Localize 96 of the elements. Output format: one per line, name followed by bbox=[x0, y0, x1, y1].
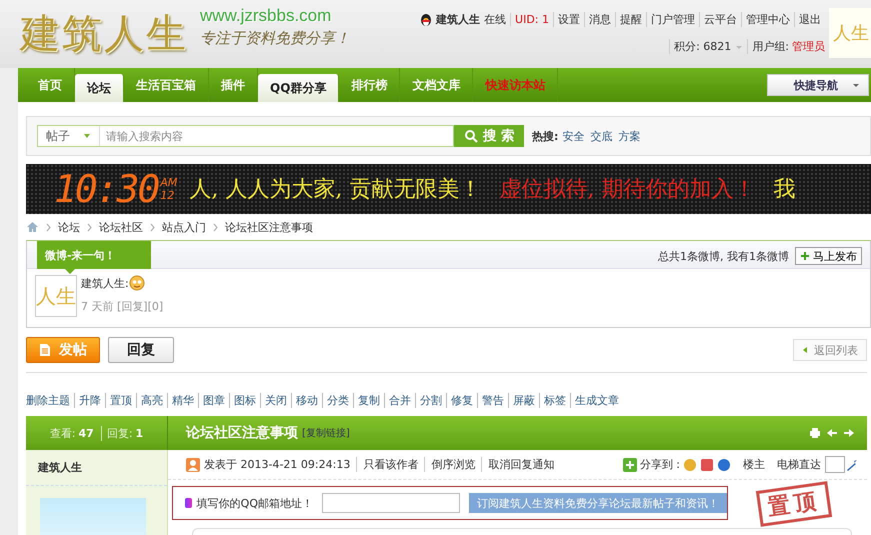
user-group-label: 用户组: bbox=[747, 39, 789, 54]
user-menu-link[interactable]: 管理中心 bbox=[741, 12, 794, 27]
weibo-summary: 总共1条微博, 我有1条微博 bbox=[658, 249, 789, 264]
user-avatar: 人生 bbox=[35, 275, 77, 317]
moderation-link[interactable]: 屏蔽 bbox=[508, 393, 539, 408]
publish-button[interactable]: 马上发布 bbox=[795, 247, 862, 265]
moderation-link[interactable]: 分类 bbox=[322, 393, 353, 408]
clock-time: 10:30 bbox=[54, 167, 158, 211]
breadcrumb-link[interactable]: 站点入门 bbox=[162, 220, 206, 234]
moderation-link[interactable]: 警告 bbox=[477, 393, 508, 408]
post-date: 发表于 2013-4-21 09:24:13 bbox=[204, 457, 350, 472]
home-icon bbox=[26, 221, 39, 233]
moderation-link[interactable]: 复制 bbox=[353, 393, 384, 408]
chevron-icon bbox=[46, 222, 51, 232]
jump-field[interactable] bbox=[825, 456, 845, 473]
user-menu-link[interactable]: 提醒 bbox=[615, 12, 646, 27]
breadcrumb-link[interactable]: 论坛社区 bbox=[99, 220, 143, 234]
hot-search-link[interactable]: 交底 bbox=[590, 128, 612, 144]
wrench-icon bbox=[845, 458, 859, 472]
username: 建筑人生 bbox=[436, 12, 480, 27]
points-link[interactable]: 积分: 6821 bbox=[669, 39, 736, 54]
breadcrumb-link[interactable]: 论坛社区注意事项 bbox=[225, 220, 313, 234]
site-slogan: 专注于资料免费分享！ bbox=[200, 29, 350, 48]
moderation-link[interactable]: 生成文章 bbox=[570, 393, 623, 408]
ad-icon bbox=[185, 498, 192, 508]
nav-tab[interactable]: QQ群分享 bbox=[258, 74, 340, 102]
moderation-link[interactable]: 删除主题 bbox=[26, 393, 74, 408]
moderation-link[interactable]: 分割 bbox=[415, 393, 446, 408]
user-menu-link[interactable]: 退出 bbox=[794, 12, 825, 27]
nav-tab[interactable]: 论坛 bbox=[75, 74, 124, 102]
chevron-icon bbox=[87, 222, 92, 232]
chevron-icon bbox=[213, 222, 218, 232]
banner-message: 我 bbox=[773, 176, 796, 204]
arrow-left-icon bbox=[826, 427, 838, 439]
weibo-meta: 7 天前 [回复][0] bbox=[81, 299, 164, 314]
caret-icon bbox=[852, 81, 860, 89]
moderation-link[interactable]: 精华 bbox=[167, 393, 198, 408]
site-logo: 建筑人生 bbox=[20, 10, 188, 59]
moderation-link[interactable]: 合并 bbox=[384, 393, 415, 408]
clock-ampm: AM bbox=[160, 176, 178, 189]
pinned-stamp: 置顶 bbox=[756, 481, 832, 527]
banner-message: 人, 人人为大家, 贡献无限美！ bbox=[189, 176, 482, 204]
jump-label: 电梯直达 bbox=[777, 457, 821, 472]
user-id: UID: 1 bbox=[510, 13, 553, 26]
clock-seconds: 12 bbox=[160, 189, 176, 202]
chevron-icon bbox=[150, 222, 155, 232]
user-avatar: 人生 bbox=[829, 8, 871, 58]
user-menu-link[interactable]: 门户管理 bbox=[646, 12, 699, 27]
post-option-link[interactable]: 倒序浏览 bbox=[424, 457, 476, 472]
moderation-link[interactable]: 标签 bbox=[539, 393, 570, 408]
moderation-link[interactable]: 图章 bbox=[198, 393, 229, 408]
moderation-link[interactable]: 关闭 bbox=[260, 393, 291, 408]
moderation-link[interactable]: 修复 bbox=[446, 393, 477, 408]
share-label: 分享到 : bbox=[640, 457, 680, 472]
moderation-link[interactable]: 图标 bbox=[229, 393, 260, 408]
replies-count: 1 bbox=[136, 426, 144, 440]
plus-icon bbox=[800, 251, 810, 261]
post-option-link[interactable]: 只看该作者 bbox=[356, 457, 418, 472]
moderation-link[interactable]: 升降 bbox=[74, 393, 105, 408]
arrow-right-icon bbox=[843, 427, 855, 439]
banner-message: 虚位拟待, 期待你的加入！ bbox=[499, 176, 756, 204]
copy-link[interactable]: [复制链接] bbox=[302, 426, 350, 440]
site-url: www.jzrsbbs.com bbox=[200, 6, 332, 26]
reply-button[interactable]: 回复 bbox=[108, 337, 174, 363]
author-name: 建筑人生 bbox=[26, 450, 167, 486]
moderation-link[interactable]: 高亮 bbox=[136, 393, 167, 408]
user-group: 管理员 bbox=[792, 39, 825, 54]
floor-label: 楼主 bbox=[743, 457, 765, 472]
views-label: 查看: bbox=[50, 426, 76, 440]
hot-search-link[interactable]: 安全 bbox=[562, 128, 584, 144]
moderation-link[interactable]: 置顶 bbox=[105, 393, 136, 408]
search-icon bbox=[464, 129, 478, 143]
plus-icon bbox=[622, 458, 637, 472]
caret-icon bbox=[83, 132, 91, 140]
online-status: 在线 bbox=[484, 12, 506, 27]
post-option-link[interactable]: 取消回复通知 bbox=[481, 457, 554, 472]
views-count: 47 bbox=[78, 426, 94, 440]
penguin-icon bbox=[419, 12, 434, 26]
emoji-icon bbox=[128, 275, 145, 291]
quick-nav-button[interactable]: 快捷导航 bbox=[767, 74, 869, 96]
hot-search-label: 热搜: bbox=[532, 128, 558, 144]
user-icon bbox=[186, 458, 200, 472]
user-menu-link[interactable]: 云平台 bbox=[699, 12, 741, 27]
email-field[interactable] bbox=[322, 493, 460, 513]
caret-icon bbox=[802, 346, 808, 354]
thread-title: 论坛社区注意事项 bbox=[186, 424, 298, 442]
user-menu-link[interactable]: 消息 bbox=[584, 12, 615, 27]
subscribe-label: 填写你的QQ邮箱地址！ bbox=[196, 496, 313, 510]
weibo-author: 建筑人生: bbox=[81, 276, 129, 290]
user-menu-link[interactable]: 设置 bbox=[553, 12, 584, 27]
breadcrumb-link[interactable]: 论坛 bbox=[58, 220, 80, 234]
replies-label: 回复: bbox=[100, 426, 133, 440]
hot-search-link[interactable]: 方案 bbox=[618, 128, 640, 144]
document-icon bbox=[39, 343, 51, 357]
search-field[interactable]: 帖子 请输入搜索内容 bbox=[37, 125, 454, 147]
moderation-link[interactable]: 移动 bbox=[291, 393, 322, 408]
